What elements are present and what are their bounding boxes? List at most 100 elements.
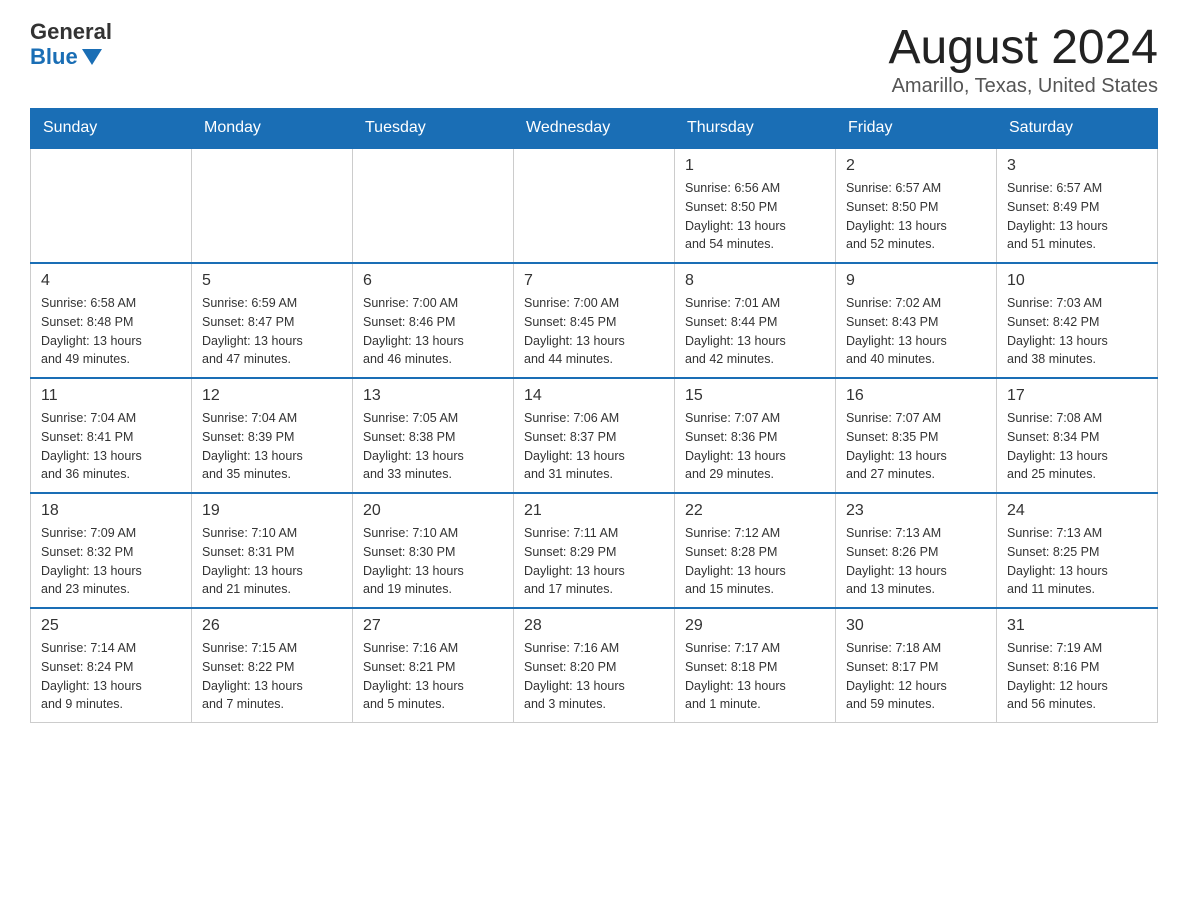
logo: General Blue	[30, 20, 112, 70]
day-info: Sunrise: 7:00 AMSunset: 8:45 PMDaylight:…	[524, 294, 664, 369]
day-number: 12	[202, 387, 342, 405]
calendar: SundayMondayTuesdayWednesdayThursdayFrid…	[30, 108, 1158, 723]
calendar-cell: 25 Sunrise: 7:14 AMSunset: 8:24 PMDayligh…	[31, 608, 192, 723]
calendar-cell: 22 Sunrise: 7:12 AMSunset: 8:28 PMDayligh…	[675, 493, 836, 608]
day-info: Sunrise: 6:57 AMSunset: 8:49 PMDaylight:…	[1007, 179, 1147, 254]
calendar-cell: 10 Sunrise: 7:03 AMSunset: 8:42 PMDayligh…	[997, 263, 1158, 378]
day-number: 10	[1007, 272, 1147, 290]
day-number: 15	[685, 387, 825, 405]
day-number: 16	[846, 387, 986, 405]
day-number: 22	[685, 502, 825, 520]
calendar-cell: 3Sunrise: 6:57 AMSunset: 8:49 PMDaylight…	[997, 148, 1158, 263]
calendar-cell: 4 Sunrise: 6:58 AMSunset: 8:48 PMDaylight…	[31, 263, 192, 378]
day-info: Sunrise: 7:19 AMSunset: 8:16 PMDaylight:…	[1007, 639, 1147, 714]
day-info: Sunrise: 7:10 AMSunset: 8:30 PMDaylight:…	[363, 524, 503, 599]
day-of-week-header: Tuesday	[353, 109, 514, 149]
day-info: Sunrise: 7:13 AMSunset: 8:25 PMDaylight:…	[1007, 524, 1147, 599]
day-info: Sunrise: 7:16 AMSunset: 8:20 PMDaylight:…	[524, 639, 664, 714]
calendar-week-row: 11Sunrise: 7:04 AMSunset: 8:41 PMDayligh…	[31, 378, 1158, 493]
calendar-cell: 28Sunrise: 7:16 AMSunset: 8:20 PMDayligh…	[514, 608, 675, 723]
day-number: 25	[41, 617, 181, 635]
calendar-cell: 31Sunrise: 7:19 AMSunset: 8:16 PMDayligh…	[997, 608, 1158, 723]
calendar-week-row: 1 Sunrise: 6:56 AMSunset: 8:50 PMDaylight…	[31, 148, 1158, 263]
subtitle: Amarillo, Texas, United States	[888, 75, 1158, 98]
day-of-week-header: Friday	[836, 109, 997, 149]
calendar-cell: 12Sunrise: 7:04 AMSunset: 8:39 PMDayligh…	[192, 378, 353, 493]
day-info: Sunrise: 7:11 AMSunset: 8:29 PMDaylight:…	[524, 524, 664, 599]
day-info: Sunrise: 6:56 AMSunset: 8:50 PMDaylight:…	[685, 179, 825, 254]
day-info: Sunrise: 7:03 AMSunset: 8:42 PMDaylight:…	[1007, 294, 1147, 369]
day-number: 1	[685, 157, 825, 175]
calendar-cell: 17 Sunrise: 7:08 AMSunset: 8:34 PMDayligh…	[997, 378, 1158, 493]
day-number: 6	[363, 272, 503, 290]
calendar-cell: 15 Sunrise: 7:07 AMSunset: 8:36 PMDayligh…	[675, 378, 836, 493]
day-number: 20	[363, 502, 503, 520]
calendar-cell	[353, 148, 514, 263]
day-info: Sunrise: 7:17 AMSunset: 8:18 PMDaylight:…	[685, 639, 825, 714]
main-title: August 2024	[888, 20, 1158, 75]
day-info: Sunrise: 7:00 AMSunset: 8:46 PMDaylight:…	[363, 294, 503, 369]
logo-blue-text: Blue	[30, 44, 102, 70]
day-info: Sunrise: 7:16 AMSunset: 8:21 PMDaylight:…	[363, 639, 503, 714]
calendar-cell: 21 Sunrise: 7:11 AMSunset: 8:29 PMDayligh…	[514, 493, 675, 608]
calendar-cell: 2Sunrise: 6:57 AMSunset: 8:50 PMDaylight…	[836, 148, 997, 263]
day-info: Sunrise: 7:12 AMSunset: 8:28 PMDaylight:…	[685, 524, 825, 599]
day-of-week-header: Sunday	[31, 109, 192, 149]
calendar-cell: 8 Sunrise: 7:01 AMSunset: 8:44 PMDaylight…	[675, 263, 836, 378]
day-number: 23	[846, 502, 986, 520]
calendar-cell: 20 Sunrise: 7:10 AMSunset: 8:30 PMDayligh…	[353, 493, 514, 608]
calendar-cell: 23 Sunrise: 7:13 AMSunset: 8:26 PMDayligh…	[836, 493, 997, 608]
day-info: Sunrise: 7:06 AMSunset: 8:37 PMDaylight:…	[524, 409, 664, 484]
day-info: Sunrise: 7:08 AMSunset: 8:34 PMDaylight:…	[1007, 409, 1147, 484]
day-number: 26	[202, 617, 342, 635]
calendar-cell: 18 Sunrise: 7:09 AMSunset: 8:32 PMDayligh…	[31, 493, 192, 608]
day-number: 17	[1007, 387, 1147, 405]
day-number: 7	[524, 272, 664, 290]
calendar-cell: 19Sunrise: 7:10 AMSunset: 8:31 PMDayligh…	[192, 493, 353, 608]
day-number: 21	[524, 502, 664, 520]
day-info: Sunrise: 7:07 AMSunset: 8:35 PMDaylight:…	[846, 409, 986, 484]
calendar-week-row: 4 Sunrise: 6:58 AMSunset: 8:48 PMDaylight…	[31, 263, 1158, 378]
day-info: Sunrise: 6:58 AMSunset: 8:48 PMDaylight:…	[41, 294, 181, 369]
day-info: Sunrise: 7:09 AMSunset: 8:32 PMDaylight:…	[41, 524, 181, 599]
day-of-week-header: Saturday	[997, 109, 1158, 149]
day-number: 29	[685, 617, 825, 635]
day-info: Sunrise: 7:13 AMSunset: 8:26 PMDaylight:…	[846, 524, 986, 599]
day-number: 9	[846, 272, 986, 290]
calendar-cell: 9 Sunrise: 7:02 AMSunset: 8:43 PMDaylight…	[836, 263, 997, 378]
logo-triangle-icon	[82, 49, 102, 65]
calendar-cell	[31, 148, 192, 263]
calendar-cell: 14Sunrise: 7:06 AMSunset: 8:37 PMDayligh…	[514, 378, 675, 493]
day-info: Sunrise: 7:15 AMSunset: 8:22 PMDaylight:…	[202, 639, 342, 714]
day-info: Sunrise: 7:10 AMSunset: 8:31 PMDaylight:…	[202, 524, 342, 599]
logo-general-text: General	[30, 20, 112, 44]
calendar-cell: 24Sunrise: 7:13 AMSunset: 8:25 PMDayligh…	[997, 493, 1158, 608]
day-info: Sunrise: 7:01 AMSunset: 8:44 PMDaylight:…	[685, 294, 825, 369]
calendar-cell: 5 Sunrise: 6:59 AMSunset: 8:47 PMDaylight…	[192, 263, 353, 378]
day-number: 27	[363, 617, 503, 635]
calendar-cell: 1 Sunrise: 6:56 AMSunset: 8:50 PMDaylight…	[675, 148, 836, 263]
calendar-cell: 16 Sunrise: 7:07 AMSunset: 8:35 PMDayligh…	[836, 378, 997, 493]
day-number: 2	[846, 157, 986, 175]
calendar-cell: 29 Sunrise: 7:17 AMSunset: 8:18 PMDayligh…	[675, 608, 836, 723]
calendar-cell	[192, 148, 353, 263]
calendar-cell	[514, 148, 675, 263]
calendar-week-row: 25 Sunrise: 7:14 AMSunset: 8:24 PMDayligh…	[31, 608, 1158, 723]
day-number: 5	[202, 272, 342, 290]
calendar-cell: 6 Sunrise: 7:00 AMSunset: 8:46 PMDaylight…	[353, 263, 514, 378]
day-info: Sunrise: 7:05 AMSunset: 8:38 PMDaylight:…	[363, 409, 503, 484]
day-number: 18	[41, 502, 181, 520]
day-number: 8	[685, 272, 825, 290]
day-info: Sunrise: 7:14 AMSunset: 8:24 PMDaylight:…	[41, 639, 181, 714]
calendar-cell: 13Sunrise: 7:05 AMSunset: 8:38 PMDayligh…	[353, 378, 514, 493]
day-info: Sunrise: 7:07 AMSunset: 8:36 PMDaylight:…	[685, 409, 825, 484]
day-info: Sunrise: 6:59 AMSunset: 8:47 PMDaylight:…	[202, 294, 342, 369]
day-info: Sunrise: 7:02 AMSunset: 8:43 PMDaylight:…	[846, 294, 986, 369]
day-number: 30	[846, 617, 986, 635]
calendar-week-row: 18 Sunrise: 7:09 AMSunset: 8:32 PMDayligh…	[31, 493, 1158, 608]
day-number: 4	[41, 272, 181, 290]
day-info: Sunrise: 7:18 AMSunset: 8:17 PMDaylight:…	[846, 639, 986, 714]
calendar-cell: 26 Sunrise: 7:15 AMSunset: 8:22 PMDayligh…	[192, 608, 353, 723]
day-of-week-header: Thursday	[675, 109, 836, 149]
calendar-header-row: SundayMondayTuesdayWednesdayThursdayFrid…	[31, 109, 1158, 149]
